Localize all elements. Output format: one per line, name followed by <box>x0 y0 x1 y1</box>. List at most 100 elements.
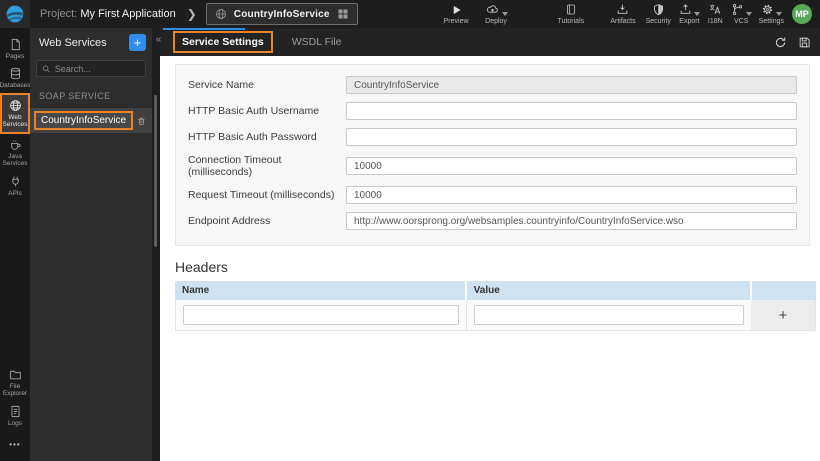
globe-icon <box>215 9 226 19</box>
endpoint-address-input[interactable] <box>346 212 797 230</box>
rail-label-databases: Databases <box>0 82 31 90</box>
tabbar: Service Settings WSDL File <box>160 28 820 56</box>
save-icon <box>799 37 810 47</box>
form-row-request-timeout: Request Timeout (milliseconds) <box>188 186 797 204</box>
sidebar-item-logs[interactable]: Logs <box>0 401 30 430</box>
export-button[interactable]: Export <box>679 3 700 25</box>
plug-icon <box>11 176 19 187</box>
collapse-panel-icon[interactable]: « <box>151 32 166 47</box>
cloud-upload-icon <box>486 5 498 13</box>
settings-label: Settings <box>758 18 784 25</box>
page-icon <box>11 38 20 51</box>
tutorials-button[interactable]: Tutorials <box>558 3 584 25</box>
coffee-cup-icon <box>10 140 20 150</box>
sidebar-item-java-services[interactable]: Java Services <box>0 134 30 171</box>
refresh-icon <box>775 37 786 47</box>
main-area: Service Settings WSDL File Service Name … <box>160 28 820 461</box>
topbar: Project: My First Application ❯ CountryI… <box>0 0 820 28</box>
rail-label-web-services: Web Services <box>2 113 28 129</box>
web-services-panel: Web Services + SOAP SERVICE CountryInfoS… <box>30 28 152 461</box>
vcs-caret-icon <box>745 12 752 16</box>
play-icon <box>453 5 461 14</box>
service-name-input <box>346 76 797 94</box>
rail-label-file-explorer: File Explorer <box>2 382 28 398</box>
vcs-button[interactable]: VCS <box>731 3 752 25</box>
grid-icon[interactable] <box>337 8 349 20</box>
settings-button[interactable]: Settings <box>759 3 784 25</box>
service-name-label[interactable]: CountryInfoService <box>34 111 134 130</box>
form-row-service-name: Service Name <box>188 76 797 94</box>
user-avatar[interactable]: MP <box>792 4 812 24</box>
tab-wsdl-file[interactable]: WSDL File <box>285 33 349 51</box>
headers-table-header-row: Name Value <box>175 281 816 300</box>
project-title: Project: My First Application <box>40 8 176 20</box>
header-name-cell <box>176 300 467 330</box>
panel-scrollbar[interactable] <box>154 95 157 247</box>
form-row-connection-timeout: Connection Timeout (milliseconds) <box>188 154 797 178</box>
left-icon-rail: Pages Databases Web Services Java Servic… <box>0 28 31 461</box>
trash-icon[interactable] <box>137 115 146 127</box>
save-button[interactable] <box>798 36 811 49</box>
request-timeout-input[interactable] <box>346 186 797 204</box>
vcs-label: VCS <box>734 18 749 25</box>
preview-label: Preview <box>443 18 469 25</box>
service-settings-content: Service Name HTTP Basic Auth Username HT… <box>160 56 820 461</box>
artifacts-label: Artifacts <box>610 18 636 25</box>
branch-icon <box>732 4 742 15</box>
i18n-label: I18N <box>707 18 723 25</box>
search-input[interactable] <box>54 63 140 74</box>
app-logo[interactable] <box>0 0 30 28</box>
headers-table-row: + <box>175 300 816 331</box>
security-label: Security <box>645 18 671 25</box>
search-icon <box>42 65 50 73</box>
preview-button[interactable]: Preview <box>444 3 469 25</box>
globe-icon <box>9 100 21 111</box>
form-row-auth-password: HTTP Basic Auth Password <box>188 128 797 146</box>
headers-table: Name Value + <box>175 281 816 331</box>
document-tab-label: CountryInfoService <box>233 8 330 20</box>
add-header-button[interactable]: + <box>751 300 815 330</box>
header-column-value: Value <box>466 281 752 300</box>
sidebar-item-file-explorer[interactable]: File Explorer <box>0 364 30 401</box>
shield-icon <box>653 4 663 16</box>
export-upload-icon <box>680 4 691 14</box>
rail-label-logs: Logs <box>7 419 23 427</box>
document-tab[interactable]: CountryInfoService <box>205 3 358 25</box>
project-name: My First Application <box>80 8 176 20</box>
connection-timeout-input[interactable] <box>346 157 797 175</box>
service-list-item[interactable]: CountryInfoService <box>30 108 152 133</box>
artifacts-button[interactable]: Artifacts <box>610 3 636 25</box>
soap-service-section-label: SOAP SERVICE <box>39 91 111 101</box>
deploy-label: Deploy <box>485 18 507 25</box>
deploy-button[interactable]: Deploy <box>485 3 508 25</box>
security-button[interactable]: Security <box>646 3 671 25</box>
header-value-input[interactable] <box>473 305 744 325</box>
auth-password-input[interactable] <box>346 128 797 146</box>
header-name-input[interactable] <box>183 305 459 325</box>
service-search[interactable] <box>36 60 146 77</box>
endpoint-address-field-label: Endpoint Address <box>188 215 271 227</box>
book-icon <box>566 4 575 15</box>
add-service-button[interactable]: + <box>129 34 146 51</box>
header-column-actions <box>752 281 816 300</box>
form-row-endpoint-address: Endpoint Address <box>188 212 797 230</box>
sidebar-item-pages[interactable]: Pages <box>0 34 30 63</box>
more-icon[interactable]: ••• <box>9 430 20 461</box>
header-value-cell <box>467 300 751 330</box>
sidebar-item-web-services[interactable]: Web Services <box>0 92 30 134</box>
settings-caret-icon <box>775 12 782 16</box>
sidebar-item-apis[interactable]: APIs <box>0 171 30 200</box>
tab-service-settings[interactable]: Service Settings <box>173 31 273 53</box>
headers-section-title: Headers <box>175 259 228 275</box>
wavemaker-logo-icon <box>6 5 24 23</box>
form-row-auth-username: HTTP Basic Auth Username <box>188 102 797 120</box>
deploy-caret-icon <box>501 12 508 16</box>
sidebar-item-databases[interactable]: Databases <box>0 63 31 92</box>
translate-icon <box>710 4 721 14</box>
folder-icon <box>9 370 21 379</box>
refresh-button[interactable] <box>774 36 787 49</box>
i18n-button[interactable]: I18N <box>708 3 723 25</box>
panel-title: Web Services <box>39 36 107 49</box>
export-label: Export <box>679 18 700 25</box>
auth-username-input[interactable] <box>346 102 797 120</box>
